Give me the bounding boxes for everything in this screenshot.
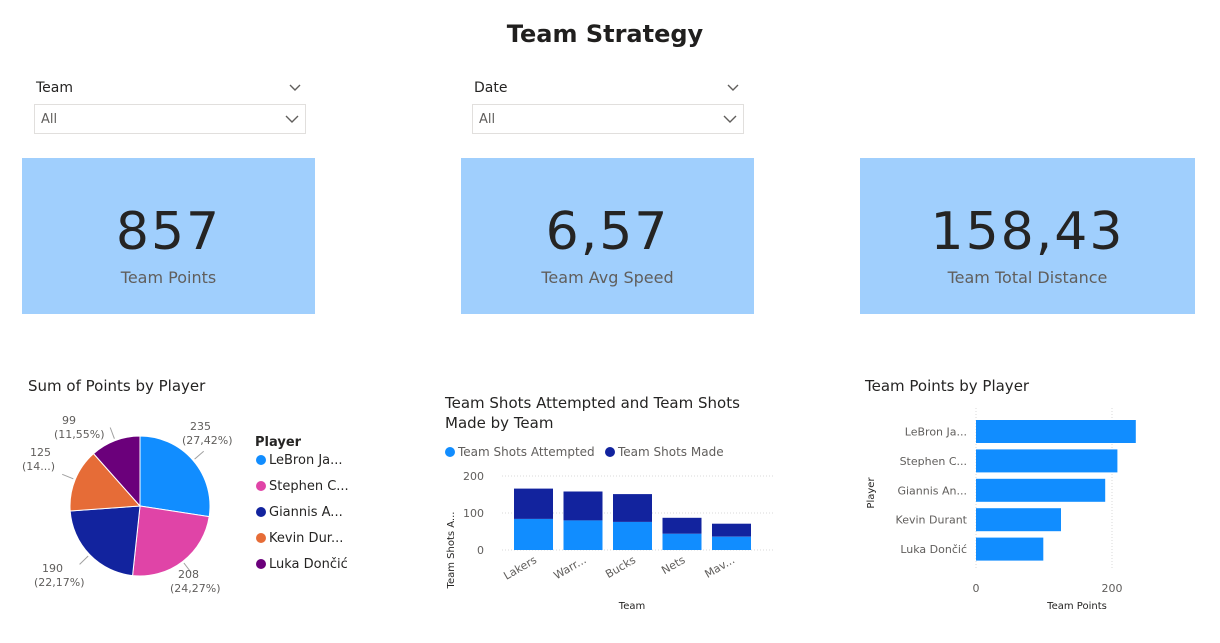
- page-title: Team Strategy: [506, 20, 704, 48]
- y-category-label: Kevin Durant: [896, 514, 968, 527]
- legend-marker: [256, 559, 266, 569]
- x-tick-label: Mav...: [702, 553, 737, 580]
- column-chart-title: Team Shots Attempted and Team Shots Made…: [445, 393, 775, 433]
- column-chart-title-line2: Made by Team: [445, 414, 554, 432]
- team-dropdown[interactable]: All: [34, 104, 306, 134]
- column-bar-segment[interactable]: [613, 521, 652, 550]
- card-value: 158,43: [930, 202, 1125, 262]
- column-chart-title-line1: Team Shots Attempted and Team Shots: [445, 394, 740, 412]
- pie-data-label: 208: [178, 568, 199, 581]
- pie-data-label-pct: (14...): [22, 460, 55, 473]
- y-tick-label: 0: [477, 544, 484, 557]
- pie-leader-line: [109, 427, 115, 439]
- pie-chart-title: Sum of Points by Player: [28, 377, 206, 395]
- x-tick-label: 200: [1102, 582, 1123, 595]
- x-tick-label: 0: [973, 582, 980, 595]
- pie-data-label-pct: (27,42%): [182, 434, 233, 447]
- pie-legend-title: Player: [255, 435, 302, 450]
- column-chart-xlabel: Team: [618, 601, 645, 612]
- card-value: 857: [115, 202, 222, 262]
- column-bar-segment[interactable]: [563, 520, 603, 550]
- bar[interactable]: [976, 420, 1136, 443]
- y-category-label: Stephen C...: [900, 455, 967, 468]
- column-bar-segment[interactable]: [514, 488, 553, 519]
- x-tick-label: Lakers: [501, 553, 539, 582]
- legend-marker: [256, 533, 266, 543]
- bar-chart-xlabel: Team Points: [1046, 601, 1107, 612]
- pie-legend-item[interactable]: Kevin Dur...: [269, 531, 343, 546]
- card-value: 6,57: [545, 202, 670, 262]
- pie-leader-line: [79, 555, 89, 565]
- y-category-label: Luka Dončić: [900, 543, 967, 556]
- date-slicer: Date All: [472, 78, 744, 134]
- column-bar-segment[interactable]: [662, 533, 702, 550]
- y-tick-label: 200: [463, 470, 484, 483]
- column-chart-ylabel: Team Shots A...: [446, 512, 457, 590]
- pie-data-label: 125: [30, 446, 51, 459]
- pie-chart[interactable]: 235(27,42%) 208(24,27%) 190(22,17%) 125(14.…: [0, 400, 400, 610]
- pie-slice[interactable]: [69, 505, 141, 577]
- card-label: Team Avg Speed: [541, 268, 674, 287]
- pie-data-label: 235: [190, 420, 211, 433]
- team-avg-speed-card[interactable]: 6,57 Team Avg Speed: [461, 158, 754, 314]
- y-category-label: Giannis An...: [897, 484, 967, 497]
- chevron-down-icon[interactable]: [288, 81, 302, 95]
- pie-leader-line: [194, 450, 205, 460]
- chevron-down-icon: [723, 115, 737, 123]
- legend-marker: [256, 481, 266, 491]
- pie-legend-item[interactable]: Luka Dončić: [269, 557, 348, 572]
- pie-legend-item[interactable]: LeBron Ja...: [269, 453, 343, 468]
- column-bar-segment[interactable]: [712, 536, 751, 550]
- legend-marker: [445, 447, 455, 457]
- column-bar-segment[interactable]: [563, 491, 603, 521]
- pie-slice[interactable]: [139, 435, 211, 518]
- column-bar-segment[interactable]: [613, 494, 652, 522]
- chevron-down-icon: [285, 115, 299, 123]
- team-points-card[interactable]: 857 Team Points: [22, 158, 315, 314]
- team-total-distance-card[interactable]: 158,43 Team Total Distance: [860, 158, 1195, 314]
- team-dropdown-value: All: [41, 112, 58, 127]
- card-label: Team Points: [120, 268, 217, 287]
- date-slicer-label: Date: [474, 80, 508, 96]
- bar-chart-title: Team Points by Player: [865, 377, 1030, 395]
- pie-data-label-pct: (11,55%): [54, 428, 105, 441]
- pie-legend-item[interactable]: Giannis A...: [269, 505, 343, 520]
- date-dropdown[interactable]: All: [472, 104, 744, 134]
- pie-data-label-pct: (22,17%): [34, 576, 85, 589]
- date-dropdown-value: All: [479, 112, 496, 127]
- legend-marker: [256, 507, 266, 517]
- column-bar-segment[interactable]: [514, 518, 553, 550]
- column-bar-segment[interactable]: [662, 517, 702, 534]
- chevron-down-icon[interactable]: [726, 81, 740, 95]
- bar-chart[interactable]: LeBron Ja... Stephen C... Giannis An... Kev…: [855, 400, 1205, 620]
- x-tick-label: Bucks: [603, 553, 638, 581]
- bar[interactable]: [976, 449, 1118, 473]
- pie-data-label: 99: [62, 414, 76, 427]
- pie-data-label-pct: (24,27%): [170, 582, 221, 595]
- pie-data-label: 190: [42, 562, 63, 575]
- x-tick-label: Nets: [659, 553, 687, 577]
- pie-leader-line: [62, 473, 74, 480]
- x-tick-label: Warr...: [551, 553, 588, 582]
- pie-slice[interactable]: [132, 505, 210, 577]
- team-slicer-label: Team: [36, 80, 74, 96]
- bar[interactable]: [976, 478, 1106, 502]
- column-legend-item[interactable]: Team Shots Made: [617, 445, 724, 459]
- team-slicer: Team All: [34, 78, 306, 134]
- column-bar-segment[interactable]: [712, 523, 751, 537]
- legend-marker: [605, 447, 615, 457]
- bar-chart-ylabel: Player: [866, 477, 877, 509]
- column-chart[interactable]: Team Shots Attempted Team Shots Made 0 100…: [440, 440, 785, 620]
- bar[interactable]: [976, 537, 1044, 561]
- column-legend-item[interactable]: Team Shots Attempted: [457, 445, 595, 459]
- y-category-label: LeBron Ja...: [905, 426, 967, 439]
- bar[interactable]: [976, 508, 1061, 532]
- y-tick-label: 100: [463, 507, 484, 520]
- card-label: Team Total Distance: [947, 268, 1108, 287]
- pie-legend-item[interactable]: Stephen C...: [269, 479, 349, 494]
- legend-marker: [256, 455, 266, 465]
